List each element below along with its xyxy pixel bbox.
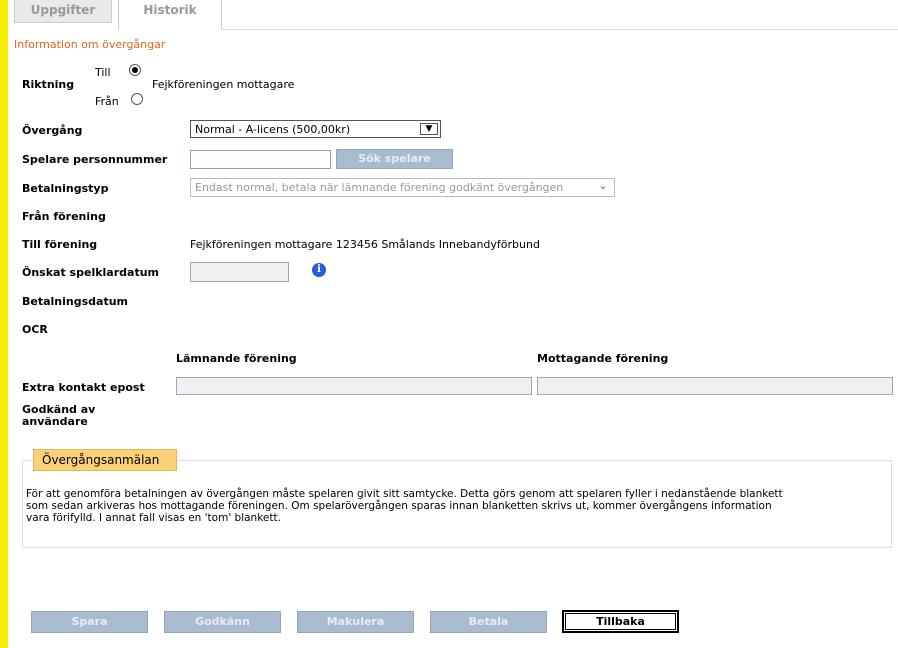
pay-button[interactable]: Betala [430, 611, 547, 633]
radio-fran-label: Från [95, 95, 119, 108]
betalningstyp-select[interactable]: Endast normal, betala när lämnande fören… [190, 178, 615, 197]
betalningstyp-selected-value: Endast normal, betala när lämnande fören… [195, 181, 564, 194]
overgangsanmalan-text-line3: vara förifylld. I annat fall visas en 't… [26, 512, 281, 524]
tab-uppgifter[interactable]: Uppgifter [14, 0, 112, 23]
radio-till[interactable] [129, 64, 141, 76]
side-accent-bar [0, 0, 8, 648]
tab-historik[interactable]: Historik [118, 0, 222, 30]
cancel-transfer-button[interactable]: Makulera [297, 611, 414, 633]
overgang-selected-value: Normal - A-licens (500,00kr) [195, 123, 351, 136]
chevron-down-icon: ▼ [420, 123, 438, 135]
radio-fran[interactable] [131, 93, 143, 105]
personnummer-label: Spelare personnummer [22, 153, 168, 166]
back-button[interactable]: Tillbaka [562, 610, 679, 633]
godkand-av-line2: användare [22, 415, 88, 428]
extra-kontakt-mottagande-input[interactable] [537, 377, 893, 395]
overgangsanmalan-text: För att genomföra betalningen av övergån… [26, 488, 876, 524]
spelklardatum-input[interactable] [190, 262, 289, 282]
overgangsanmalan-legend: Övergångsanmälan [33, 449, 177, 471]
till-forening-value: Fejkföreningen mottagare 123456 Smålands… [190, 238, 540, 251]
overgang-select[interactable]: Normal - A-licens (500,00kr) ▼ [190, 120, 441, 138]
till-forening-label: Till förening [22, 238, 98, 251]
godkand-av-label: Godkänd av användare [22, 404, 95, 428]
section-title: Information om övergångar [14, 38, 166, 51]
search-player-button[interactable]: Sök spelare [336, 149, 453, 169]
tab-divider [220, 29, 898, 30]
column-header-mottagande: Mottagande förening [537, 352, 669, 365]
personnummer-input[interactable] [190, 150, 331, 169]
overgangsanmalan-text-line1: För att genomföra betalningen av övergån… [26, 488, 783, 500]
column-header-lamnande: Lämnande förening [176, 352, 297, 365]
info-icon[interactable]: i [312, 263, 326, 277]
extra-kontakt-label: Extra kontakt epost [22, 381, 145, 394]
radio-till-label: Till [95, 66, 111, 79]
approve-button[interactable]: Godkänn [164, 611, 281, 633]
betalningsdatum-label: Betalningsdatum [22, 295, 128, 308]
spelklardatum-label: Önskat spelklardatum [22, 266, 159, 279]
extra-kontakt-lamnande-input[interactable] [176, 377, 532, 395]
overgangsanmalan-text-line2: som sedan arkiveras hos mottagande fören… [26, 500, 772, 512]
overgang-label: Övergång [22, 124, 83, 137]
betalningstyp-label: Betalningstyp [22, 182, 109, 195]
riktning-label: Riktning [22, 78, 75, 91]
chevron-down-icon: ⌄ [598, 179, 608, 192]
ocr-label: OCR [22, 323, 48, 336]
riktning-club-name: Fejkföreningen mottagare [152, 78, 295, 91]
save-button[interactable]: Spara [31, 611, 148, 633]
fran-forening-label: Från förening [22, 210, 106, 223]
